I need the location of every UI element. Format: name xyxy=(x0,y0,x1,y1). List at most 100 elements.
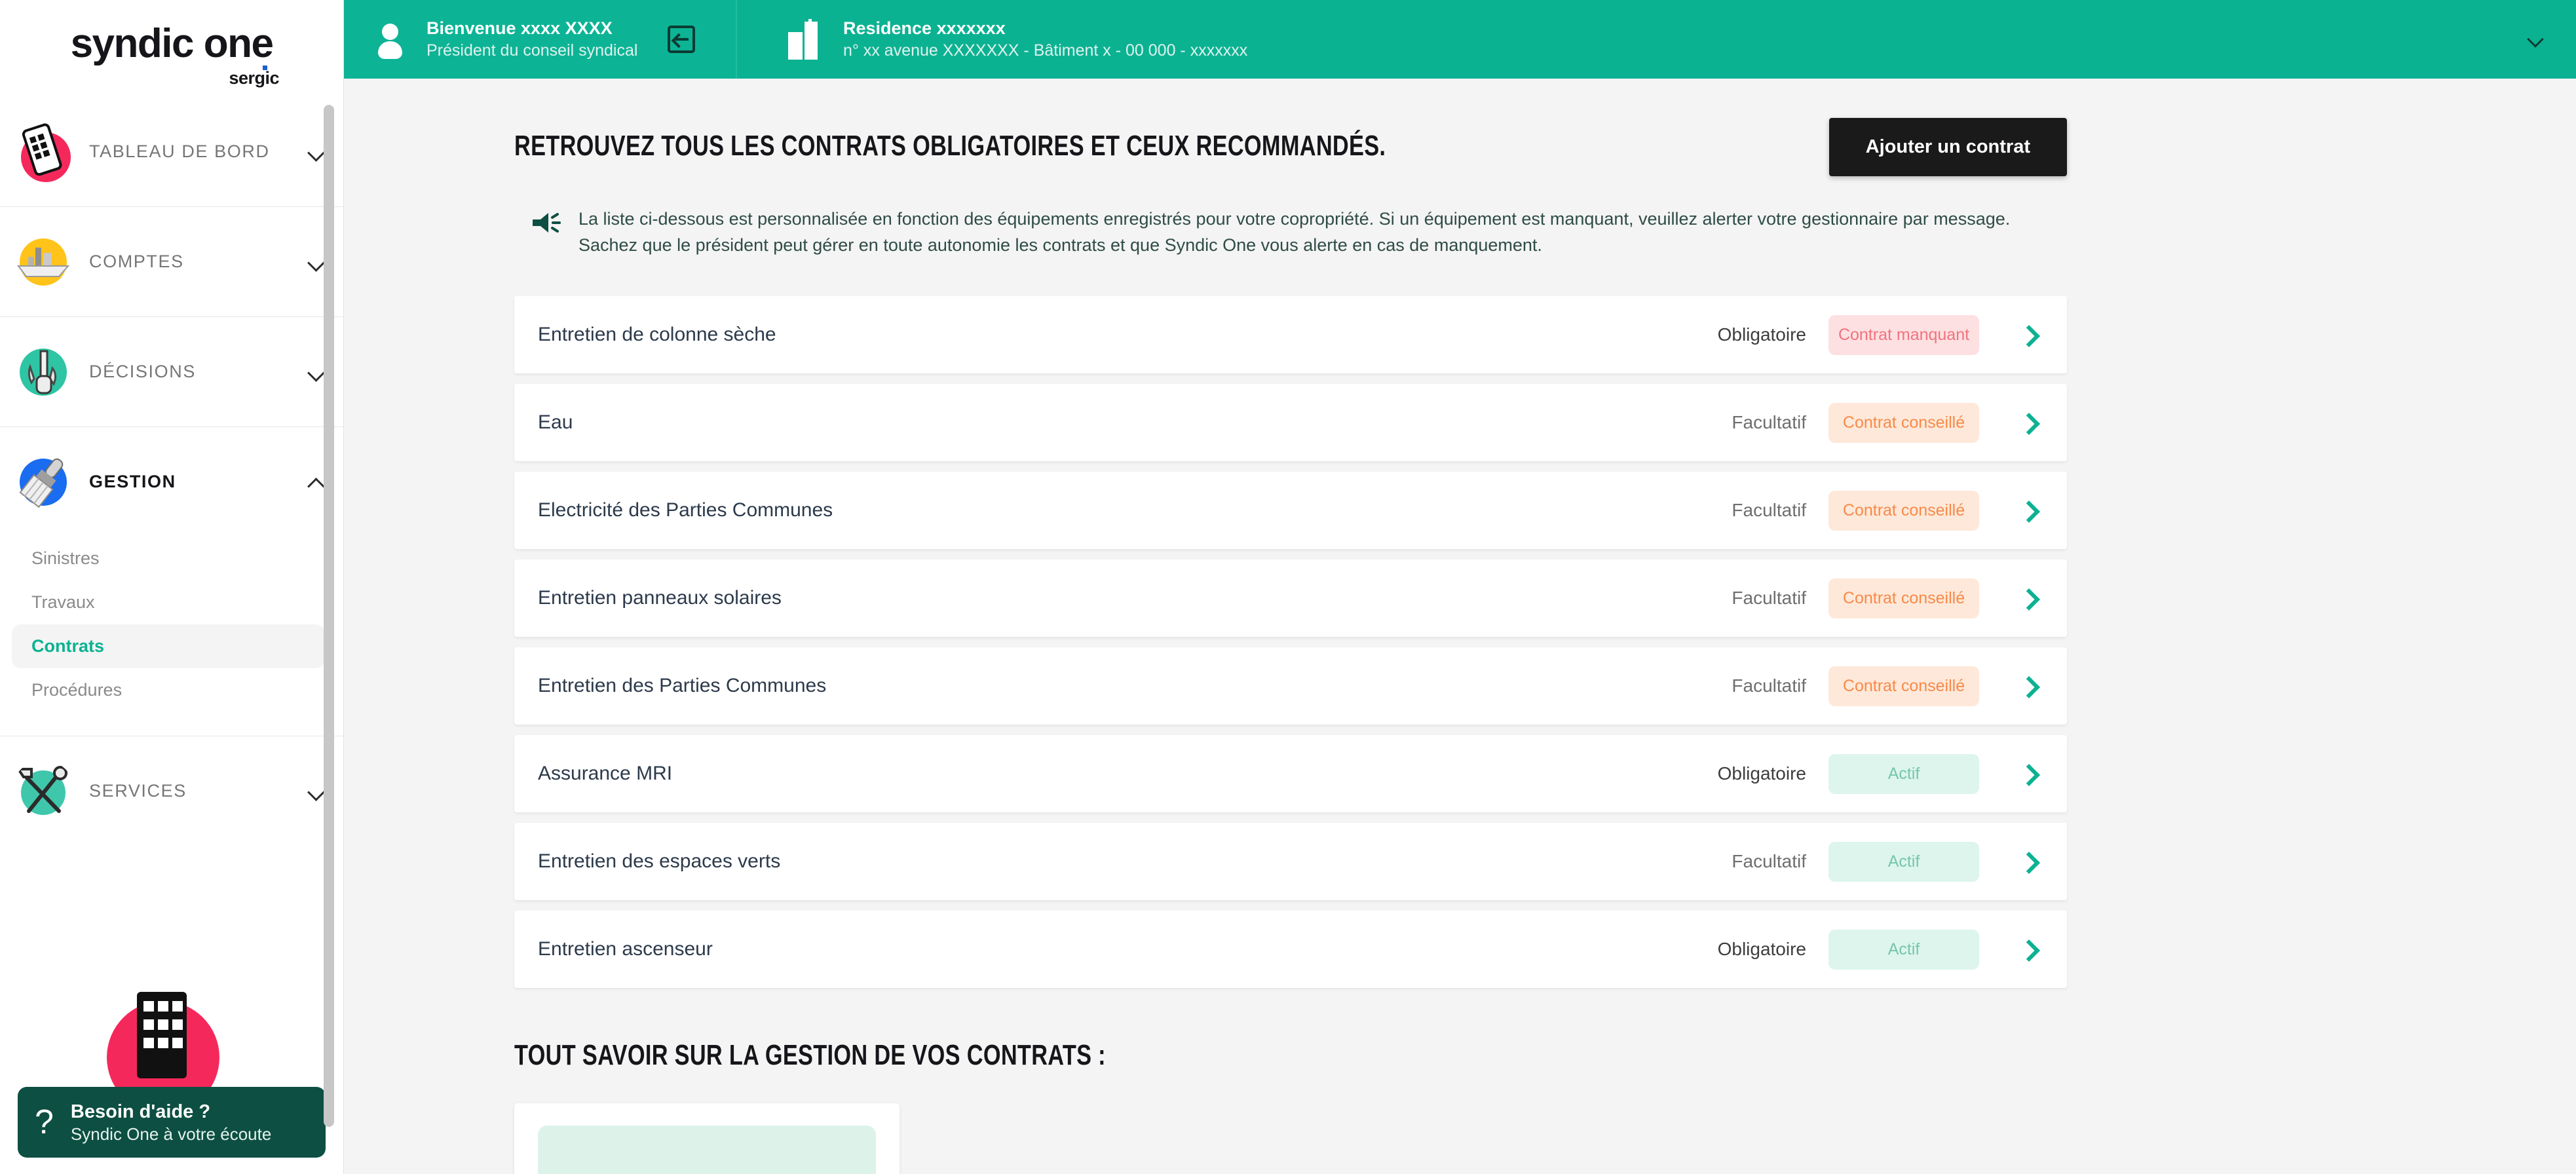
chevron-right-icon[interactable] xyxy=(2018,939,2038,959)
header-user-role: Président du conseil syndical xyxy=(426,41,638,60)
chevron-right-icon[interactable] xyxy=(2018,764,2038,784)
contract-obligation: Facultatif xyxy=(1732,851,1806,872)
contract-row[interactable]: Entretien panneaux solaires Facultatif C… xyxy=(514,559,2067,637)
brand-sub-label: sergic xyxy=(229,68,279,88)
sidebar-scrollbar[interactable] xyxy=(324,105,334,1127)
chevron-down-icon[interactable] xyxy=(308,783,325,800)
contract-name: Entretien des espaces verts xyxy=(538,850,781,873)
sidebar-item-contrats[interactable]: Contrats xyxy=(12,624,325,668)
sidebar-item-services[interactable]: SERVICES xyxy=(0,736,343,846)
main-region: Bienvenue xxxx XXXX Président du conseil… xyxy=(344,0,2576,1174)
gestion-brush-icon xyxy=(12,451,75,514)
bottom-section-title: Tout savoir sur la gestion de vos contra… xyxy=(514,1039,1106,1072)
brand-subname: sergic xyxy=(31,66,312,88)
chevron-right-icon[interactable] xyxy=(2018,852,2038,871)
chevron-down-icon[interactable] xyxy=(308,364,325,381)
accounts-boat-icon xyxy=(12,231,75,294)
contract-name: Entretien panneaux solaires xyxy=(538,587,782,609)
contract-row[interactable]: Entretien des Parties Communes Facultati… xyxy=(514,647,2067,725)
sidebar-label-tableau-de-bord: TABLEAU DE BORD xyxy=(89,142,270,161)
contract-obligation: Obligatoire xyxy=(1717,763,1806,784)
help-title: Besoin d'aide ? xyxy=(70,1101,211,1122)
sidebar-item-procedures[interactable]: Procédures xyxy=(12,668,325,712)
header-user-block[interactable]: Bienvenue xxxx XXXX Président du conseil… xyxy=(344,0,737,79)
nav-group-dashboard: TABLEAU DE BORD xyxy=(0,97,343,206)
sidebar-help-promo: ? Besoin d'aide ? Syndic One à votre éco… xyxy=(0,958,343,1174)
sidebar-label-services: SERVICES xyxy=(89,781,187,801)
chevron-down-icon[interactable] xyxy=(308,254,325,271)
chevron-right-icon[interactable] xyxy=(2018,676,2038,696)
gestion-submenu: Sinistres Travaux Contrats Procédures xyxy=(0,537,343,736)
collapse-sidebar-icon[interactable] xyxy=(668,26,696,53)
building-icon xyxy=(788,19,826,60)
contract-name: Electricité des Parties Communes xyxy=(538,499,833,521)
services-tools-icon xyxy=(12,760,75,823)
nav-group-services: SERVICES xyxy=(0,736,343,846)
sidebar-item-sinistres[interactable]: Sinistres xyxy=(12,537,325,580)
sidebar-item-tableau-de-bord[interactable]: TABLEAU DE BORD xyxy=(0,97,343,206)
header-greeting: Bienvenue xxxx XXXX xyxy=(426,18,613,38)
app-root: syndic one sergic TABLEAU DE BORD COMPTE… xyxy=(0,0,2576,1174)
status-badge: Contrat conseillé xyxy=(1828,666,1979,706)
info-card[interactable] xyxy=(514,1103,900,1174)
dashboard-phone-icon xyxy=(12,121,75,183)
info-card-thumbnail xyxy=(538,1126,876,1174)
status-badge: Contrat conseillé xyxy=(1828,578,1979,618)
status-badge: Contrat manquant xyxy=(1828,314,1979,355)
chevron-right-icon[interactable] xyxy=(2018,413,2038,432)
sidebar-item-comptes[interactable]: COMPTES xyxy=(0,207,343,316)
sidebar-label-decisions: DÉCISIONS xyxy=(89,362,196,381)
info-cards-strip xyxy=(514,1103,2067,1174)
chevron-up-icon[interactable] xyxy=(308,474,325,491)
sidebar-nav: TABLEAU DE BORD COMPTES DÉCISIONS GESTIO… xyxy=(0,97,343,846)
help-subtitle: Syndic One à votre écoute xyxy=(70,1124,272,1144)
brand-name: syndic one xyxy=(70,21,274,66)
chevron-down-icon[interactable] xyxy=(2528,33,2545,45)
sidebar-scrollbar-thumb[interactable] xyxy=(324,105,334,1127)
contract-row[interactable]: Entretien de colonne sèche Obligatoire C… xyxy=(514,296,2067,374)
info-notice: La liste ci-dessous est personnalisée en… xyxy=(531,206,2032,258)
sidebar-item-travaux[interactable]: Travaux xyxy=(12,580,325,624)
contract-name: Entretien de colonne sèche xyxy=(538,324,776,346)
status-badge: Contrat conseillé xyxy=(1828,490,1979,531)
chevron-right-icon[interactable] xyxy=(2018,588,2038,608)
header-residence-block[interactable]: Residence xxxxxxx n° xx avenue XXXXXXX -… xyxy=(737,0,2576,79)
nav-group-decisions: DÉCISIONS xyxy=(0,316,343,426)
chevron-down-icon[interactable] xyxy=(308,143,325,161)
contract-name: Entretien des Parties Communes xyxy=(538,675,827,697)
contract-obligation: Facultatif xyxy=(1732,412,1806,433)
nav-group-comptes: COMPTES xyxy=(0,206,343,316)
chevron-right-icon[interactable] xyxy=(2018,325,2038,345)
add-contract-button[interactable]: Ajouter un contrat xyxy=(1828,118,2067,176)
sidebar-label-comptes: COMPTES xyxy=(89,252,184,271)
nav-group-gestion: GESTION Sinistres Travaux Contrats Procé… xyxy=(0,426,343,736)
contract-row[interactable]: Eau Facultatif Contrat conseillé xyxy=(514,384,2067,462)
sidebar: syndic one sergic TABLEAU DE BORD COMPTE… xyxy=(0,0,344,1174)
header-residence-name: Residence xxxxxxx xyxy=(843,18,1006,38)
contract-name: Assurance MRI xyxy=(538,763,673,785)
contract-row[interactable]: Entretien ascenseur Obligatoire Actif xyxy=(514,911,2067,989)
contract-obligation: Facultatif xyxy=(1732,588,1806,609)
contract-row[interactable]: Assurance MRI Obligatoire Actif xyxy=(514,735,2067,813)
contract-obligation: Obligatoire xyxy=(1717,939,1806,960)
sidebar-label-gestion: GESTION xyxy=(89,472,176,491)
status-badge: Actif xyxy=(1828,929,1979,970)
page-header-row: Retrouvez tous les contrats obligatoires… xyxy=(514,118,2067,176)
contract-obligation: Facultatif xyxy=(1732,500,1806,521)
megaphone-icon xyxy=(531,210,561,237)
contract-name: Eau xyxy=(538,411,573,434)
status-badge: Actif xyxy=(1828,841,1979,882)
brand-logo[interactable]: syndic one sergic xyxy=(0,0,343,97)
info-notice-text: La liste ci-dessous est personnalisée en… xyxy=(578,209,2011,255)
top-header: Bienvenue xxxx XXXX Président du conseil… xyxy=(344,0,2576,79)
decisions-hand-icon xyxy=(12,341,75,404)
contract-obligation: Obligatoire xyxy=(1717,324,1806,345)
page-content: Retrouvez tous les contrats obligatoires… xyxy=(344,79,2576,1174)
help-button[interactable]: ? Besoin d'aide ? Syndic One à votre éco… xyxy=(18,1087,326,1158)
chevron-right-icon[interactable] xyxy=(2018,501,2038,520)
contract-row[interactable]: Entretien des espaces verts Facultatif A… xyxy=(514,823,2067,901)
sidebar-item-decisions[interactable]: DÉCISIONS xyxy=(0,317,343,426)
sidebar-item-gestion[interactable]: GESTION xyxy=(0,427,343,537)
contract-row[interactable]: Electricité des Parties Communes Faculta… xyxy=(514,472,2067,550)
header-residence-address: n° xx avenue XXXXXXX - Bâtiment x - 00 0… xyxy=(843,41,1248,60)
